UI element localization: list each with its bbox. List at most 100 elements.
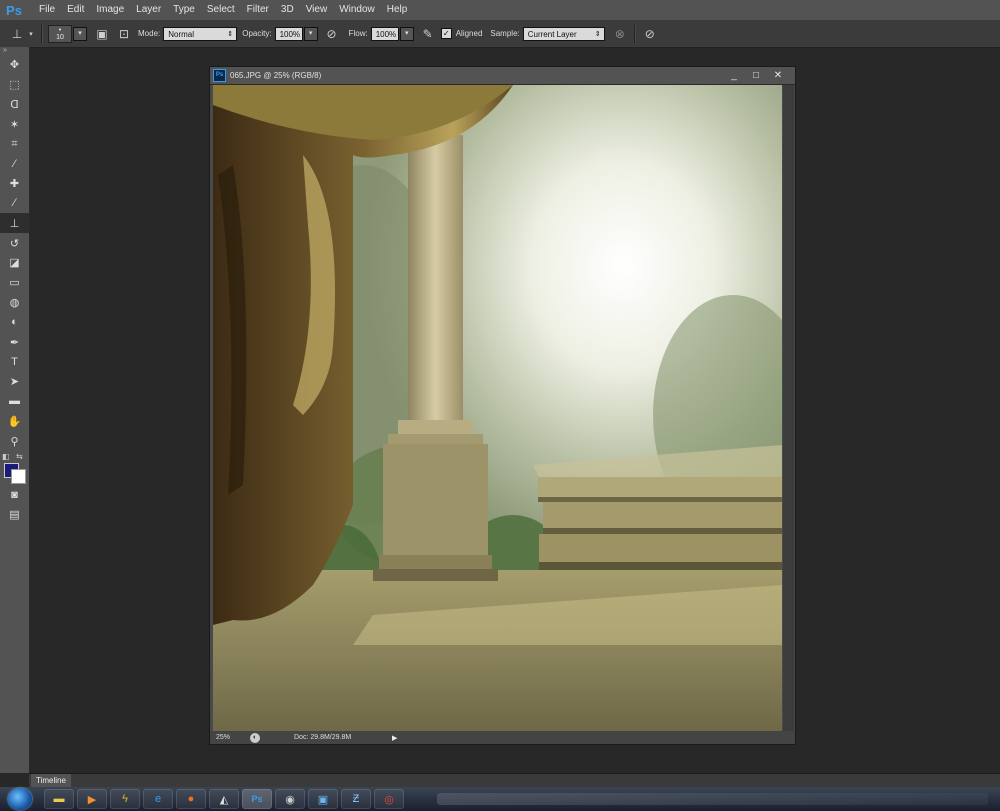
windows-taskbar: ▬ ▶ ϟ e ● ◭ Ps ◉ ▣ Ƶ ◎ — [0, 787, 1000, 811]
clone-stamp-icon[interactable]: ⊥ — [8, 25, 26, 43]
status-bar: 25% ◐ Doc: 29.8M/29.8M ▶ — [210, 731, 795, 744]
menu-3d[interactable]: 3D — [275, 0, 300, 20]
firefox-icon[interactable]: ● — [176, 789, 206, 809]
rectangle-tool-icon[interactable]: ▬ — [0, 392, 29, 412]
document-title: 065.JPG @ 25% (RGB/8) — [230, 71, 322, 80]
tools-panel: » ✥ ⬚ ᗡ ✶ ⌗ ⁄ ✚ ∕ ⊥ ↺ ◪ ▭ ◍ ◐ ✒ T ➤ ▬ ✋ … — [0, 47, 30, 773]
dodge-tool-icon[interactable]: ◐ — [0, 312, 29, 332]
lasso-tool-icon[interactable]: ᗡ — [0, 95, 29, 115]
brush-preset-picker[interactable]: • 10 — [48, 24, 72, 43]
history-brush-icon[interactable]: ↺ — [0, 233, 29, 253]
opacity-label: Opacity: — [242, 29, 272, 38]
background-color[interactable] — [11, 468, 26, 484]
status-menu-arrow-icon[interactable]: ▶ — [392, 734, 397, 742]
gradient-tool-icon[interactable]: ▭ — [0, 273, 29, 293]
chrome-icon[interactable]: ◎ — [374, 789, 404, 809]
menu-window[interactable]: Window — [333, 0, 381, 20]
options-bar: ⊥ ▾ • 10 ▾ ▣ ⊡ Mode: Normal ⇕ Opacity: 10… — [0, 20, 1000, 48]
brush-size: 10 — [56, 33, 64, 41]
pressure-opacity-icon[interactable]: ⊘ — [323, 25, 341, 43]
healing-brush-icon[interactable]: ✚ — [0, 174, 29, 194]
brush-panel-icon[interactable]: ▣ — [93, 25, 111, 43]
flow-dropdown-icon[interactable]: ▾ — [399, 26, 414, 41]
maximize-icon[interactable]: □ — [745, 69, 767, 82]
pressure-size-icon[interactable]: ⊘ — [641, 25, 659, 43]
swap-colors-icon[interactable]: ⇆ — [16, 452, 23, 461]
inkscape-icon[interactable]: ◭ — [209, 789, 239, 809]
type-tool-icon[interactable]: T — [0, 352, 29, 372]
move-tool-icon[interactable]: ✥ — [0, 55, 29, 75]
brush-tool-icon[interactable]: ∕ — [0, 194, 29, 214]
menu-layer[interactable]: Layer — [130, 0, 167, 20]
crop-tool-icon[interactable]: ⌗ — [0, 134, 29, 154]
sample-select[interactable]: Current Layer ⇕ — [522, 26, 605, 41]
menu-file[interactable]: File — [33, 0, 61, 20]
app2-icon[interactable]: Ƶ — [341, 789, 371, 809]
media-player-icon[interactable]: ▶ — [77, 789, 107, 809]
winamp-icon[interactable]: ϟ — [110, 789, 140, 809]
minimize-icon[interactable]: _ — [723, 69, 745, 82]
sample-value: Current Layer — [527, 29, 577, 39]
painting-image — [213, 85, 782, 732]
menu-help[interactable]: Help — [381, 0, 414, 20]
tool-preset-dropdown-icon[interactable]: ▾ — [26, 25, 36, 43]
chevron-down-icon: ⇕ — [594, 30, 601, 38]
eyedropper-icon[interactable]: ⁄ — [0, 154, 29, 174]
brush-dot-icon: • — [58, 26, 62, 34]
timeline-panel: Timeline — [29, 773, 1000, 788]
monitor-icon[interactable]: ▣ — [308, 789, 338, 809]
mode-select[interactable]: Normal ⇕ — [163, 26, 238, 41]
default-colors-icon[interactable]: ◧ — [2, 452, 10, 461]
app-icon[interactable]: ◉ — [275, 789, 305, 809]
divider — [41, 24, 43, 43]
menu-view[interactable]: View — [300, 0, 334, 20]
clone-source-panel-icon[interactable]: ⊡ — [115, 25, 133, 43]
hand-tool-icon[interactable]: ✋ — [0, 411, 29, 431]
sample-label: Sample: — [490, 29, 520, 38]
menu-type[interactable]: Type — [167, 0, 201, 20]
brush-dropdown-icon[interactable]: ▾ — [73, 26, 87, 41]
photoshop-doc-icon: Ps — [213, 69, 226, 82]
flow-field[interactable]: 100% — [370, 26, 399, 41]
opacity-field[interactable]: 100% — [274, 26, 303, 41]
ignore-adjustment-layers-icon[interactable]: ⊗ — [611, 25, 629, 43]
quick-mask-icon[interactable]: ◙ — [0, 485, 29, 505]
menu-image[interactable]: Image — [90, 0, 130, 20]
menu-filter[interactable]: Filter — [241, 0, 275, 20]
zoom-tool-icon[interactable]: ⚲ — [0, 431, 29, 451]
pen-tool-icon[interactable]: ✒ — [0, 332, 29, 352]
divider — [633, 24, 636, 43]
start-button-icon[interactable] — [8, 788, 32, 810]
menu-edit[interactable]: Edit — [61, 0, 90, 20]
menu-select[interactable]: Select — [201, 0, 241, 20]
status-info-icon[interactable]: ◐ — [250, 732, 260, 743]
close-icon[interactable]: ✕ — [767, 69, 789, 82]
screen-mode-icon[interactable]: ▤ — [0, 505, 29, 525]
aligned-label: Aligned — [455, 29, 483, 38]
document-title-bar[interactable]: Ps 065.JPG @ 25% (RGB/8) _ □ ✕ — [210, 67, 795, 85]
magic-wand-icon[interactable]: ✶ — [0, 114, 29, 134]
mode-label: Mode: — [138, 29, 161, 38]
vertical-scrollbar[interactable] — [783, 85, 794, 732]
document-size-info: Doc: 29.8M/29.8M — [294, 734, 352, 741]
path-selection-icon[interactable]: ➤ — [0, 372, 29, 392]
internet-explorer-icon[interactable]: e — [143, 789, 173, 809]
marquee-tool-icon[interactable]: ⬚ — [0, 75, 29, 95]
opacity-dropdown-icon[interactable]: ▾ — [303, 26, 318, 41]
aligned-checkbox[interactable]: ✓ — [440, 28, 452, 39]
collapse-toggle-icon[interactable]: » — [0, 47, 29, 55]
blur-tool-icon[interactable]: ◍ — [0, 293, 29, 313]
image-canvas[interactable] — [213, 85, 782, 732]
airbrush-icon[interactable]: ✎ — [419, 25, 437, 43]
explorer-icon[interactable]: ▬ — [44, 789, 74, 809]
mode-value: Normal — [168, 29, 195, 39]
photoshop-logo: Ps — [6, 2, 22, 18]
clone-stamp-icon[interactable]: ⊥ — [0, 213, 29, 234]
timeline-tab[interactable]: Timeline — [31, 774, 71, 788]
chevron-down-icon: ⇕ — [227, 30, 234, 38]
color-swatches: ◧ ⇆ — [0, 451, 29, 485]
zoom-level[interactable]: 25% — [216, 734, 250, 741]
eraser-icon[interactable]: ◪ — [0, 253, 29, 273]
document-window: Ps 065.JPG @ 25% (RGB/8) _ □ ✕ 25% ◐ Doc… — [209, 66, 796, 745]
photoshop-icon[interactable]: Ps — [242, 789, 272, 809]
